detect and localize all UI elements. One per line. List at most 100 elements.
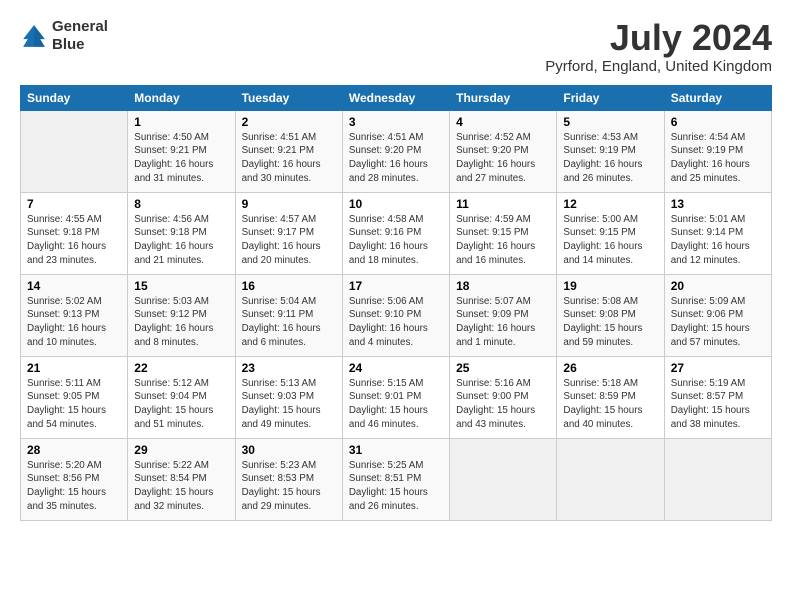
day-number: 28 — [27, 443, 121, 457]
calendar-cell: 23Sunrise: 5:13 AM Sunset: 9:03 PM Dayli… — [235, 356, 342, 438]
calendar-cell: 10Sunrise: 4:58 AM Sunset: 9:16 PM Dayli… — [342, 192, 449, 274]
calendar-cell: 14 Sunrise: 5:02 AM Sunset: 9:13 PM Dayli… — [21, 274, 128, 356]
calendar-cell: 7 Sunrise: 4:55 AM Sunset: 9:18 PM Daylig… — [21, 192, 128, 274]
header-row: SundayMondayTuesdayWednesdayThursdayFrid… — [21, 85, 772, 110]
day-info: Sunrise: 4:56 AM Sunset: 9:18 PM Dayligh… — [134, 213, 228, 268]
main-container: General Blue July 2024 Pyrford, England,… — [0, 0, 792, 533]
calendar-cell: 11 Sunrise: 4:59 AM Sunset: 9:15 PM Dayli… — [450, 192, 557, 274]
day-info: Sunrise: 5:03 AM Sunset: 9:12 PM Dayligh… — [134, 295, 228, 350]
day-number: 9 — [242, 197, 336, 211]
day-info: Sunrise: 4:54 AM Sunset: 9:19 PM Dayligh… — [671, 131, 765, 186]
day-number: 18 — [456, 279, 550, 293]
day-header-saturday: Saturday — [664, 85, 771, 110]
day-info: Sunrise: 5:11 AM Sunset: 9:05 PM Dayligh… — [27, 377, 121, 432]
day-header-thursday: Thursday — [450, 85, 557, 110]
day-number: 7 — [27, 197, 121, 211]
day-header-monday: Monday — [128, 85, 235, 110]
day-number: 14 — [27, 279, 121, 293]
logo-icon — [20, 22, 48, 50]
calendar-cell: 21 Sunrise: 5:11 AM Sunset: 9:05 PM Dayli… — [21, 356, 128, 438]
day-info: Sunrise: 5:06 AM Sunset: 9:10 PM Dayligh… — [349, 295, 443, 350]
day-info: Sunrise: 5:02 AM Sunset: 9:13 PM Dayligh… — [27, 295, 121, 350]
day-number: 10 — [349, 197, 443, 211]
calendar-cell — [450, 438, 557, 520]
day-info: Sunrise: 5:00 AM Sunset: 9:15 PM Dayligh… — [563, 213, 657, 268]
day-info: Sunrise: 4:51 AM Sunset: 9:20 PM Dayligh… — [349, 131, 443, 186]
day-number: 4 — [456, 115, 550, 129]
day-header-sunday: Sunday — [21, 85, 128, 110]
calendar-cell: 22 Sunrise: 5:12 AM Sunset: 9:04 PM Dayli… — [128, 356, 235, 438]
day-info: Sunrise: 5:16 AM Sunset: 9:00 PM Dayligh… — [456, 377, 550, 432]
day-number: 16 — [242, 279, 336, 293]
day-info: Sunrise: 5:19 AM Sunset: 8:57 PM Dayligh… — [671, 377, 765, 432]
day-info: Sunrise: 4:57 AM Sunset: 9:17 PM Dayligh… — [242, 213, 336, 268]
title-section: July 2024 Pyrford, England, United Kingd… — [545, 18, 772, 75]
location: Pyrford, England, United Kingdom — [545, 58, 772, 75]
calendar-cell: 3 Sunrise: 4:51 AM Sunset: 9:20 PM Daylig… — [342, 110, 449, 192]
day-info: Sunrise: 5:22 AM Sunset: 8:54 PM Dayligh… — [134, 459, 228, 514]
calendar-cell: 17 Sunrise: 5:06 AM Sunset: 9:10 PM Dayli… — [342, 274, 449, 356]
calendar-cell — [557, 438, 664, 520]
calendar-cell — [21, 110, 128, 192]
day-info: Sunrise: 5:07 AM Sunset: 9:09 PM Dayligh… — [456, 295, 550, 350]
calendar-cell: 18 Sunrise: 5:07 AM Sunset: 9:09 PM Dayli… — [450, 274, 557, 356]
day-info: Sunrise: 5:04 AM Sunset: 9:11 PM Dayligh… — [242, 295, 336, 350]
week-row-4: 21 Sunrise: 5:11 AM Sunset: 9:05 PM Dayli… — [21, 356, 772, 438]
calendar-cell: 29 Sunrise: 5:22 AM Sunset: 8:54 PM Dayli… — [128, 438, 235, 520]
day-number: 17 — [349, 279, 443, 293]
logo-text: General Blue — [52, 18, 108, 54]
day-info: Sunrise: 4:55 AM Sunset: 9:18 PM Dayligh… — [27, 213, 121, 268]
logo-line2: Blue — [52, 36, 108, 54]
day-number: 12 — [563, 197, 657, 211]
day-number: 5 — [563, 115, 657, 129]
week-row-2: 7 Sunrise: 4:55 AM Sunset: 9:18 PM Daylig… — [21, 192, 772, 274]
day-number: 2 — [242, 115, 336, 129]
calendar-cell: 2Sunrise: 4:51 AM Sunset: 9:21 PM Daylig… — [235, 110, 342, 192]
calendar-cell: 24Sunrise: 5:15 AM Sunset: 9:01 PM Dayli… — [342, 356, 449, 438]
day-number: 19 — [563, 279, 657, 293]
calendar-cell: 1Sunrise: 4:50 AM Sunset: 9:21 PM Daylig… — [128, 110, 235, 192]
day-info: Sunrise: 5:12 AM Sunset: 9:04 PM Dayligh… — [134, 377, 228, 432]
day-info: Sunrise: 5:23 AM Sunset: 8:53 PM Dayligh… — [242, 459, 336, 514]
calendar-cell: 12 Sunrise: 5:00 AM Sunset: 9:15 PM Dayli… — [557, 192, 664, 274]
day-header-wednesday: Wednesday — [342, 85, 449, 110]
day-header-tuesday: Tuesday — [235, 85, 342, 110]
calendar-cell — [664, 438, 771, 520]
day-number: 15 — [134, 279, 228, 293]
day-number: 6 — [671, 115, 765, 129]
logo: General Blue — [20, 18, 108, 54]
day-info: Sunrise: 5:13 AM Sunset: 9:03 PM Dayligh… — [242, 377, 336, 432]
calendar-cell: 15 Sunrise: 5:03 AM Sunset: 9:12 PM Dayli… — [128, 274, 235, 356]
day-number: 3 — [349, 115, 443, 129]
week-row-5: 28 Sunrise: 5:20 AM Sunset: 8:56 PM Dayli… — [21, 438, 772, 520]
day-number: 1 — [134, 115, 228, 129]
day-info: Sunrise: 4:52 AM Sunset: 9:20 PM Dayligh… — [456, 131, 550, 186]
day-number: 11 — [456, 197, 550, 211]
day-number: 21 — [27, 361, 121, 375]
day-number: 25 — [456, 361, 550, 375]
day-number: 29 — [134, 443, 228, 457]
day-number: 30 — [242, 443, 336, 457]
day-number: 22 — [134, 361, 228, 375]
calendar-cell: 8 Sunrise: 4:56 AM Sunset: 9:18 PM Daylig… — [128, 192, 235, 274]
month-title: July 2024 — [545, 18, 772, 58]
day-info: Sunrise: 5:09 AM Sunset: 9:06 PM Dayligh… — [671, 295, 765, 350]
calendar-cell: 27 Sunrise: 5:19 AM Sunset: 8:57 PM Dayli… — [664, 356, 771, 438]
calendar-cell: 28 Sunrise: 5:20 AM Sunset: 8:56 PM Dayli… — [21, 438, 128, 520]
day-info: Sunrise: 5:18 AM Sunset: 8:59 PM Dayligh… — [563, 377, 657, 432]
day-info: Sunrise: 5:01 AM Sunset: 9:14 PM Dayligh… — [671, 213, 765, 268]
day-info: Sunrise: 4:59 AM Sunset: 9:15 PM Dayligh… — [456, 213, 550, 268]
day-number: 31 — [349, 443, 443, 457]
week-row-3: 14 Sunrise: 5:02 AM Sunset: 9:13 PM Dayli… — [21, 274, 772, 356]
calendar-cell: 13Sunrise: 5:01 AM Sunset: 9:14 PM Dayli… — [664, 192, 771, 274]
calendar-cell: 6 Sunrise: 4:54 AM Sunset: 9:19 PM Daylig… — [664, 110, 771, 192]
day-number: 8 — [134, 197, 228, 211]
calendar-cell: 20Sunrise: 5:09 AM Sunset: 9:06 PM Dayli… — [664, 274, 771, 356]
day-number: 27 — [671, 361, 765, 375]
calendar-table: SundayMondayTuesdayWednesdayThursdayFrid… — [20, 85, 772, 521]
day-info: Sunrise: 5:20 AM Sunset: 8:56 PM Dayligh… — [27, 459, 121, 514]
day-info: Sunrise: 5:25 AM Sunset: 8:51 PM Dayligh… — [349, 459, 443, 514]
day-header-friday: Friday — [557, 85, 664, 110]
calendar-cell: 26Sunrise: 5:18 AM Sunset: 8:59 PM Dayli… — [557, 356, 664, 438]
day-info: Sunrise: 5:08 AM Sunset: 9:08 PM Dayligh… — [563, 295, 657, 350]
